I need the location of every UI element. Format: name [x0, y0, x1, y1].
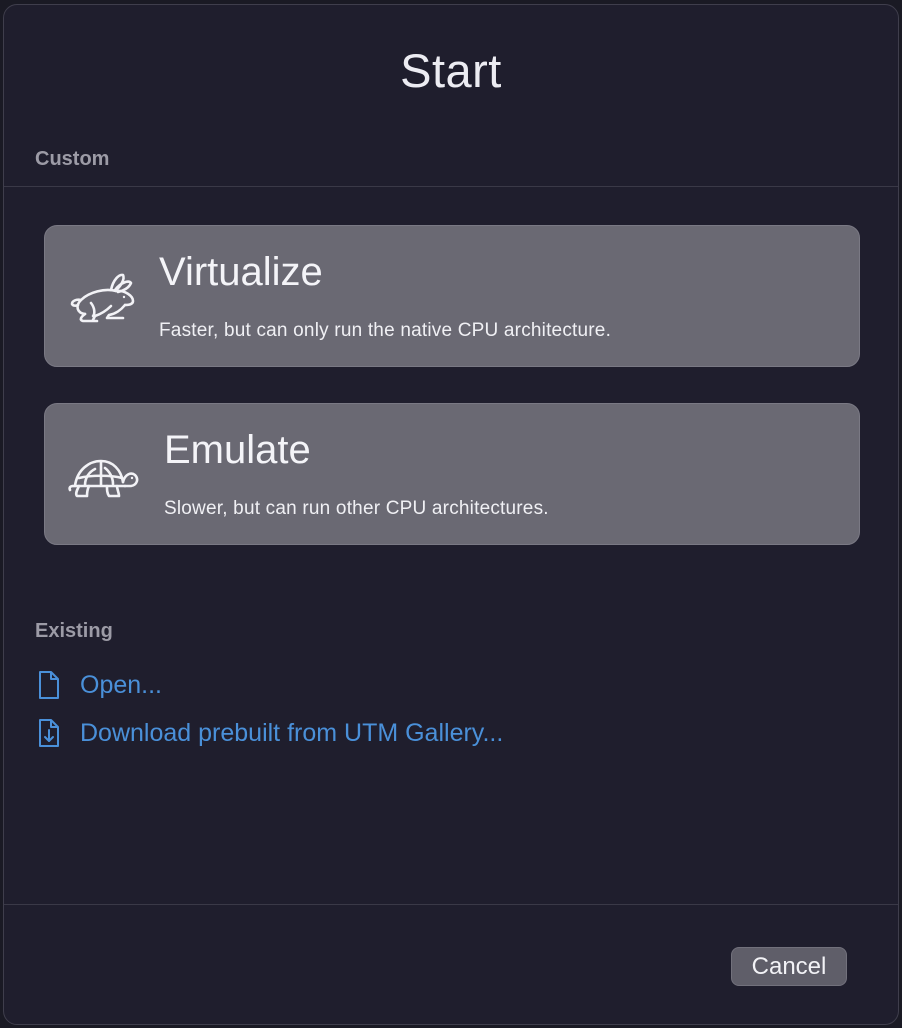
virtualize-title: Virtualize — [159, 250, 323, 294]
dialog-title: Start — [400, 44, 502, 97]
footer-divider — [4, 904, 898, 905]
cancel-button[interactable]: Cancel — [731, 947, 847, 986]
document-download-icon — [39, 719, 59, 747]
hare-icon — [70, 273, 135, 323]
virtualize-description: Faster, but can only run the native CPU … — [159, 320, 612, 341]
virtualize-option-button[interactable]: Virtualize Faster, but can only run the … — [44, 225, 860, 367]
open-link[interactable]: Open... — [36, 668, 162, 702]
existing-section-label: Existing — [35, 620, 113, 642]
section-divider — [4, 186, 898, 187]
custom-section-label: Custom — [35, 148, 110, 170]
tortoise-icon — [68, 459, 139, 498]
document-icon — [39, 671, 59, 699]
start-dialog: Start Custom Virtualize Faster, but can … — [3, 4, 899, 1025]
download-gallery-link[interactable]: Download prebuilt from UTM Gallery... — [36, 716, 503, 750]
emulate-option-button[interactable]: Emulate Slower, but can run other CPU ar… — [44, 403, 860, 545]
emulate-description: Slower, but can run other CPU architectu… — [164, 498, 549, 519]
emulate-title: Emulate — [164, 428, 311, 472]
download-gallery-label: Download prebuilt from UTM Gallery... — [80, 718, 504, 747]
open-link-label: Open... — [80, 670, 162, 699]
